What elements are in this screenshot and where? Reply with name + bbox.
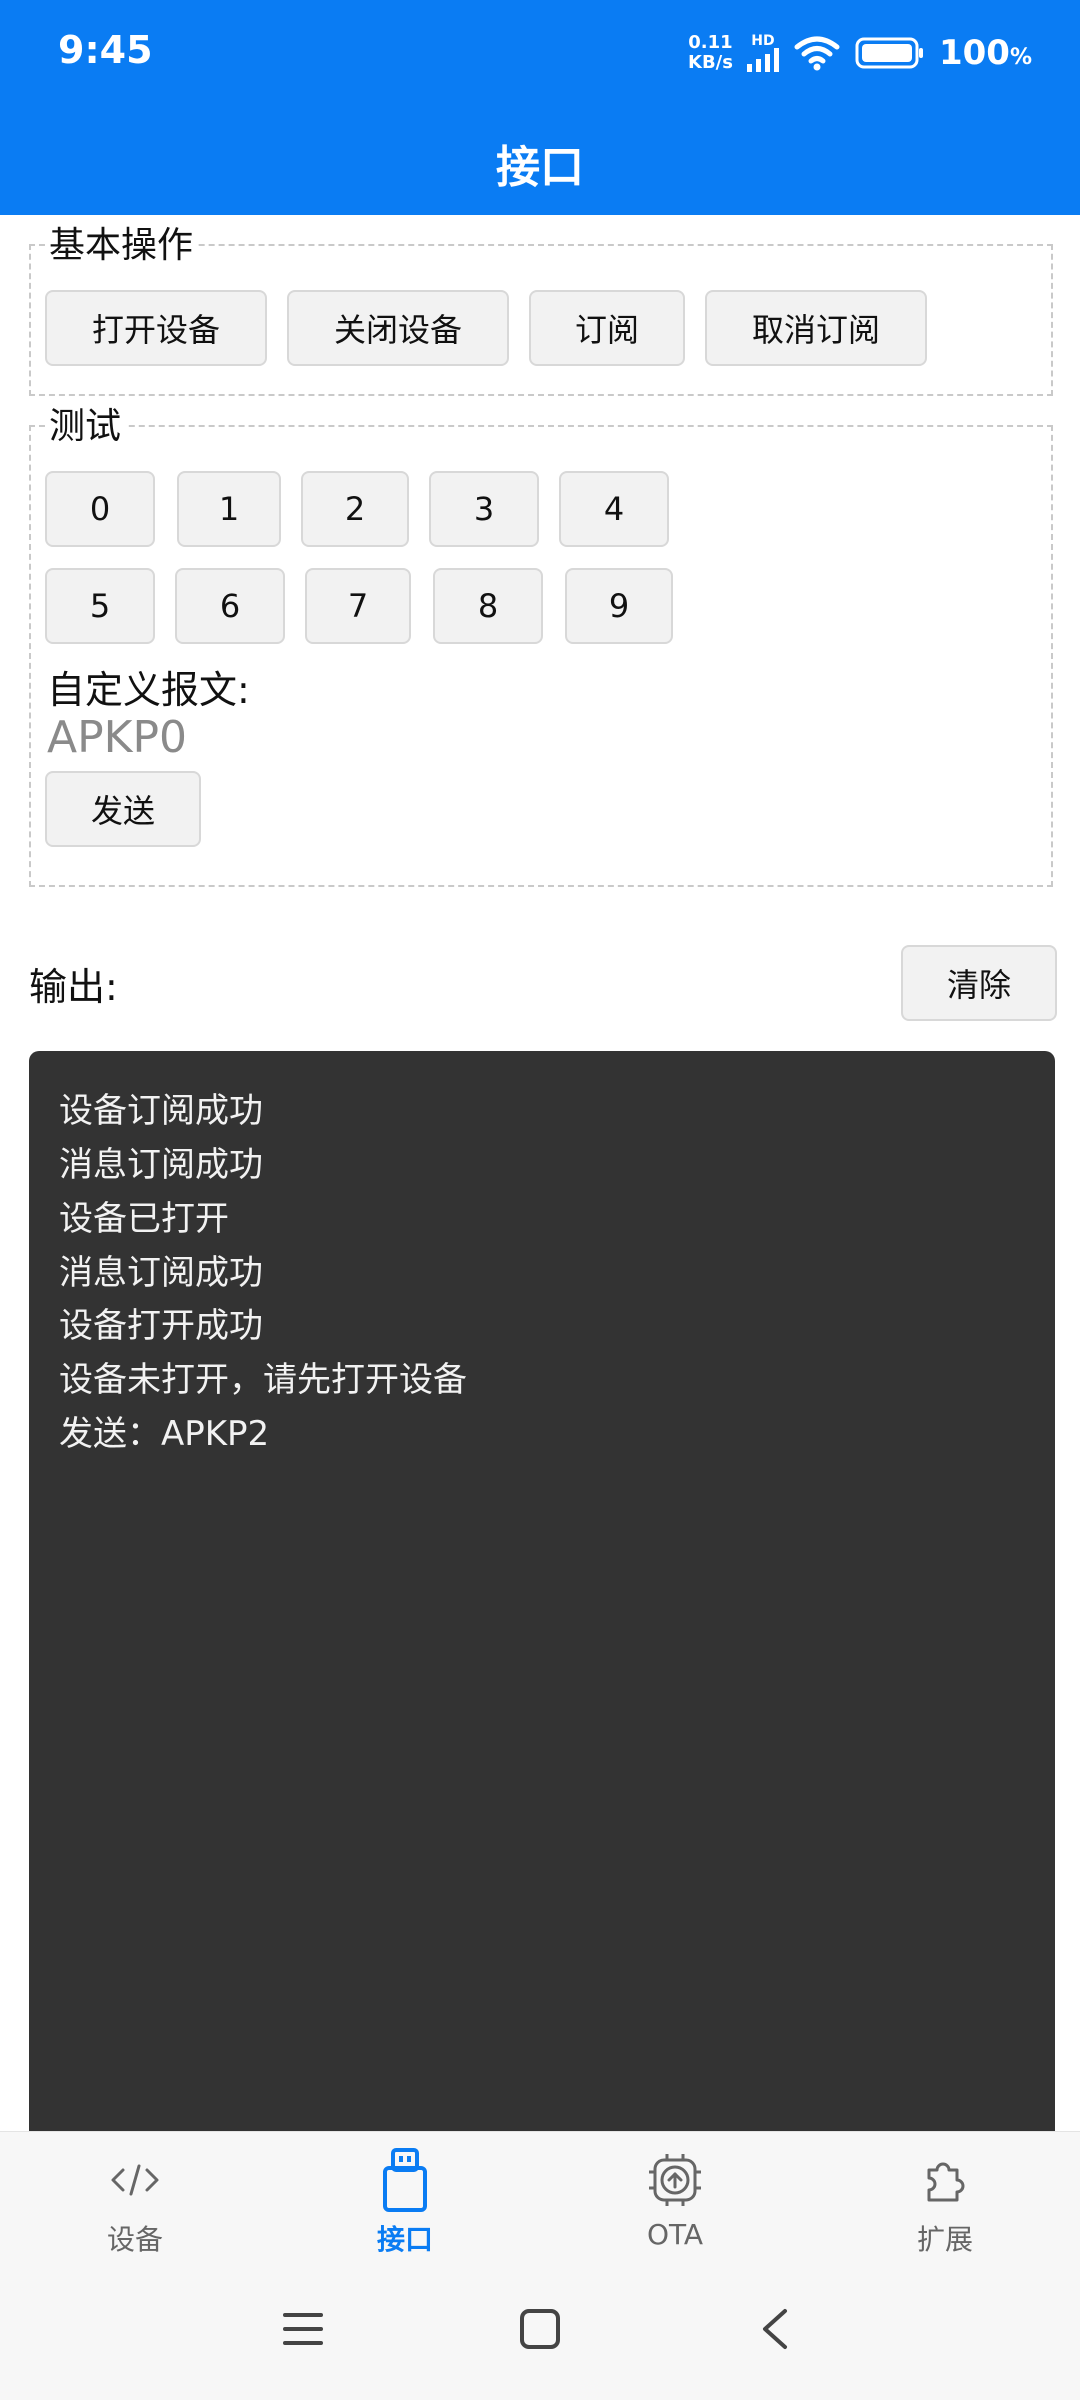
network-speed: 0.11 KB/s xyxy=(688,33,733,73)
wifi-icon xyxy=(794,36,840,71)
signal-bars-icon xyxy=(746,48,779,72)
nav-tab-device-label: 设备 xyxy=(106,2223,163,2256)
log-line: 消息订阅成功 xyxy=(59,1145,263,1185)
status-bar: 9:45 0.11 KB/s HD 100% xyxy=(0,0,1080,110)
chip-upload-icon xyxy=(649,2154,701,2206)
custom-message-label: 自定义报文: xyxy=(47,668,250,712)
number-button-5[interactable]: 5 xyxy=(45,568,155,644)
close-device-button[interactable]: 关闭设备 xyxy=(287,290,509,366)
clear-button[interactable]: 清除 xyxy=(901,945,1057,1021)
subscribe-button[interactable]: 订阅 xyxy=(529,290,685,366)
number-button-9[interactable]: 9 xyxy=(565,568,673,644)
menu-icon[interactable] xyxy=(263,2289,343,2369)
battery-icon xyxy=(855,37,923,69)
output-log: 设备订阅成功 消息订阅成功 设备已打开 消息订阅成功 设备打开成功 设备未打开，… xyxy=(29,1051,1055,2131)
number-button-1[interactable]: 1 xyxy=(177,471,281,547)
nav-tab-ota-label: OTA xyxy=(646,2218,704,2251)
number-button-0[interactable]: 0 xyxy=(45,471,155,547)
unsubscribe-button[interactable]: 取消订阅 xyxy=(705,290,927,366)
basic-operations-legend: 基本操作 xyxy=(45,216,198,268)
send-button[interactable]: 发送 xyxy=(45,771,201,847)
status-time: 9:45 xyxy=(58,28,153,72)
log-line: 发送：APKP2 xyxy=(59,1414,270,1454)
code-icon xyxy=(111,2164,159,2196)
home-square-icon[interactable] xyxy=(500,2289,580,2369)
network-speed-unit: KB/s xyxy=(688,52,733,73)
puzzle-icon xyxy=(927,2162,965,2202)
back-chevron-icon[interactable] xyxy=(735,2289,815,2369)
nav-tab-ota[interactable]: OTA xyxy=(540,2132,810,2260)
open-device-button[interactable]: 打开设备 xyxy=(45,290,267,366)
log-line: 设备未打开，请先打开设备 xyxy=(59,1360,467,1400)
number-button-6[interactable]: 6 xyxy=(175,568,285,644)
number-button-4[interactable]: 4 xyxy=(559,471,669,547)
test-group: 测试 0 1 2 3 4 5 6 7 8 9 自定义报文: APKP0 发送 xyxy=(29,397,1053,887)
battery-percentage: 100% xyxy=(938,33,1032,73)
log-line: 设备已打开 xyxy=(59,1199,229,1239)
custom-message-input[interactable]: APKP0 xyxy=(47,712,187,763)
test-legend: 测试 xyxy=(45,397,126,449)
nav-tab-interface-label: 接口 xyxy=(376,2223,433,2256)
nav-tab-extension[interactable]: 扩展 xyxy=(810,2132,1080,2260)
number-button-8[interactable]: 8 xyxy=(433,568,543,644)
system-navigation-bar xyxy=(0,2259,1080,2400)
app-bar: 接口 xyxy=(0,110,1080,215)
log-line: 设备打开成功 xyxy=(59,1306,263,1346)
bottom-nav: 设备 接口 OTA 扩展 xyxy=(0,2131,1080,2260)
output-label: 输出: xyxy=(29,965,118,1009)
number-button-7[interactable]: 7 xyxy=(305,568,411,644)
nav-tab-interface[interactable]: 接口 xyxy=(270,2132,540,2260)
log-line: 设备订阅成功 xyxy=(59,1091,263,1131)
page-title: 接口 xyxy=(496,141,584,193)
network-speed-value: 0.11 xyxy=(688,32,733,53)
basic-operations-group: 基本操作 打开设备 关闭设备 订阅 取消订阅 xyxy=(29,216,1053,396)
nav-tab-extension-label: 扩展 xyxy=(916,2223,973,2256)
hd-label: HD xyxy=(751,33,775,49)
cellular-signal: HD xyxy=(746,33,779,72)
nav-tab-device[interactable]: 设备 xyxy=(0,2132,270,2260)
number-button-2[interactable]: 2 xyxy=(301,471,409,547)
status-indicators: 0.11 KB/s HD 100% xyxy=(688,28,1032,78)
log-line: 消息订阅成功 xyxy=(59,1253,263,1293)
number-button-3[interactable]: 3 xyxy=(429,471,539,547)
usb-icon xyxy=(383,2148,427,2212)
